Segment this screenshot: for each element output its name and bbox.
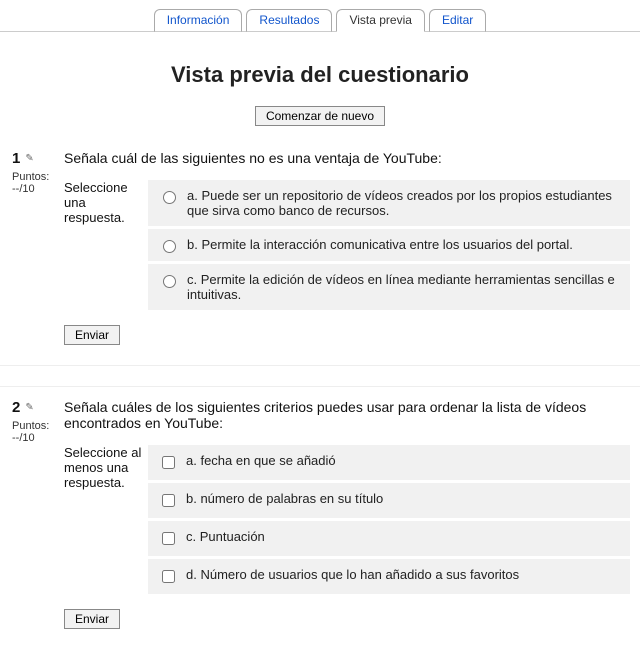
question-block: 1 ✎ Puntos: --/10 Señala cuál de las sig… (0, 144, 640, 359)
question-number: 2 (12, 399, 20, 416)
option-radio[interactable] (163, 240, 176, 253)
points-value: --/10 (12, 432, 64, 444)
option-row[interactable]: c. Puntuación (148, 521, 630, 556)
option-checkbox[interactable] (162, 570, 175, 583)
points-label: Puntos: (12, 420, 64, 432)
option-row[interactable]: c. Permite la edición de vídeos en línea… (148, 264, 630, 310)
answer-instruction: Seleccione al menos una respuesta. (64, 445, 148, 597)
question-prompt: Señala cuál de las siguientes no es una … (64, 150, 630, 166)
option-checkbox[interactable] (162, 494, 175, 507)
tabs-bar: Información Resultados Vista previa Edit… (0, 0, 640, 32)
option-row[interactable]: b. Permite la interacción comunicativa e… (148, 229, 630, 261)
submit-button[interactable]: Enviar (64, 325, 120, 345)
option-row[interactable]: a. Puede ser un repositorio de vídeos cr… (148, 180, 630, 226)
question-divider (0, 365, 640, 387)
option-row[interactable]: b. número de palabras en su título (148, 483, 630, 518)
option-text: c. Permite la edición de vídeos en línea… (187, 272, 620, 302)
page-title: Vista previa del cuestionario (0, 62, 640, 88)
option-radio[interactable] (163, 275, 176, 288)
option-text: c. Puntuación (186, 529, 620, 544)
option-text: b. número de palabras en su título (186, 491, 620, 506)
submit-button[interactable]: Enviar (64, 609, 120, 629)
edit-icon[interactable]: ✎ (25, 402, 33, 413)
tab-resultados[interactable]: Resultados (246, 9, 332, 32)
edit-icon[interactable]: ✎ (25, 153, 33, 164)
option-row[interactable]: a. fecha en que se añadió (148, 445, 630, 480)
option-text: a. Puede ser un repositorio de vídeos cr… (187, 188, 620, 218)
question-prompt: Señala cuáles de los siguientes criterio… (64, 399, 630, 431)
option-row[interactable]: d. Número de usuarios que lo han añadido… (148, 559, 630, 594)
question-number: 1 (12, 150, 20, 167)
option-text: d. Número de usuarios que lo han añadido… (186, 567, 620, 582)
option-text: a. fecha en que se añadió (186, 453, 620, 468)
tab-editar[interactable]: Editar (429, 9, 486, 32)
tab-informacion[interactable]: Información (154, 9, 243, 32)
option-radio[interactable] (163, 191, 176, 204)
answer-instruction: Seleccione una respuesta. (64, 180, 148, 313)
option-checkbox[interactable] (162, 532, 175, 545)
points-label: Puntos: (12, 171, 64, 183)
option-text: b. Permite la interacción comunicativa e… (187, 237, 620, 252)
question-block: 2 ✎ Puntos: --/10 Señala cuáles de los s… (0, 393, 640, 643)
option-checkbox[interactable] (162, 456, 175, 469)
restart-button[interactable]: Comenzar de nuevo (255, 106, 385, 126)
points-value: --/10 (12, 183, 64, 195)
tab-vista-previa[interactable]: Vista previa (336, 9, 424, 32)
